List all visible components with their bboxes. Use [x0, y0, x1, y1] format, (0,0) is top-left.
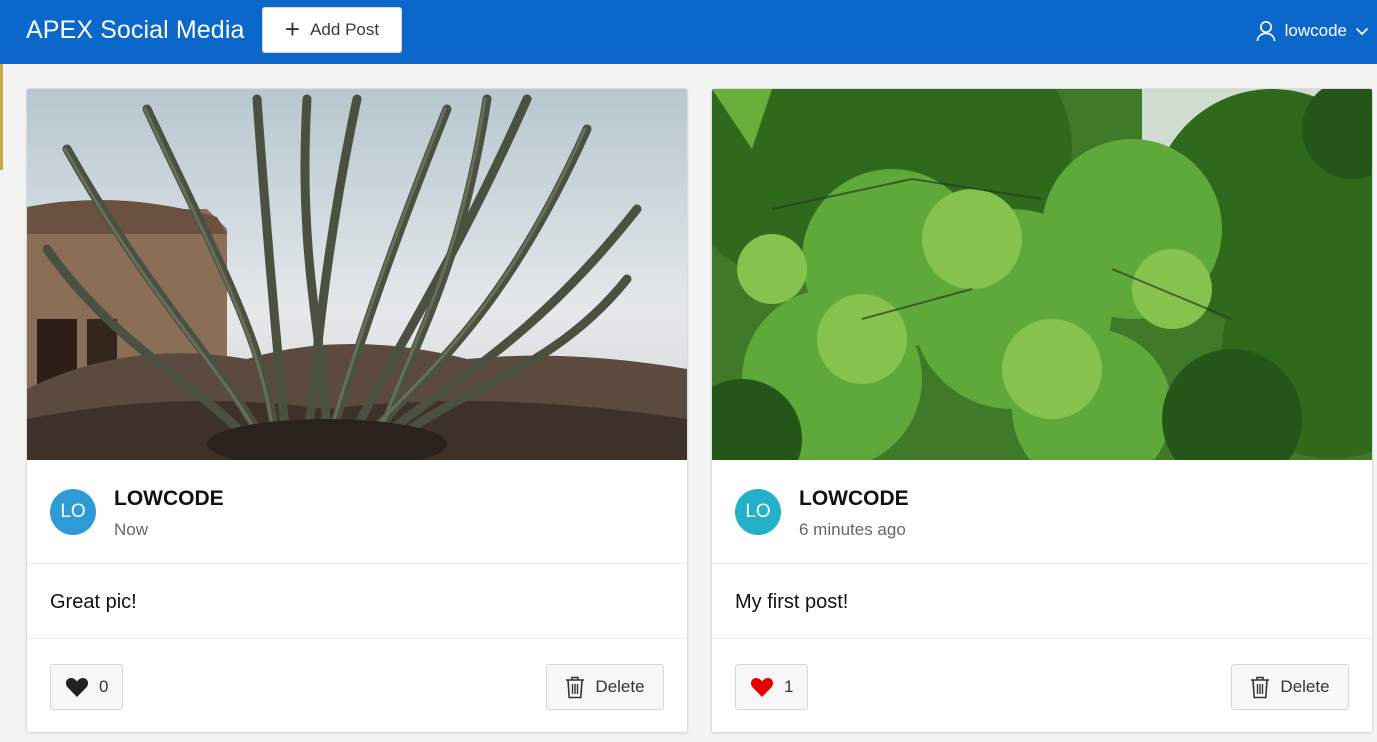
divider: [712, 563, 1372, 564]
top-navigation-bar: APEX Social Media + Add Post lowcode: [0, 0, 1377, 64]
chevron-down-icon: [1355, 27, 1369, 36]
avatar: LO: [735, 489, 781, 535]
trees-photo: [712, 89, 1372, 460]
like-count: 1: [784, 677, 794, 696]
like-button[interactable]: 1: [735, 664, 809, 710]
post-image[interactable]: [27, 89, 687, 460]
plus-icon: +: [284, 13, 301, 44]
avatar-initials: LO: [60, 501, 86, 522]
like-button[interactable]: 0: [50, 664, 124, 710]
heart-icon: [65, 678, 89, 697]
add-post-label: Add Post: [310, 20, 380, 39]
cactus-photo: [27, 89, 687, 460]
divider: [27, 638, 687, 639]
user-menu[interactable]: lowcode: [1255, 19, 1369, 43]
delete-label: Delete: [595, 677, 645, 696]
divider: [27, 563, 687, 564]
post-timestamp: 6 minutes ago: [799, 520, 906, 539]
heart-icon: [750, 678, 774, 697]
divider: [712, 638, 1372, 639]
avatar-initials: LO: [745, 501, 771, 522]
user-name: lowcode: [1284, 21, 1347, 40]
delete-label: Delete: [1280, 677, 1330, 696]
add-post-button[interactable]: + Add Post: [262, 7, 402, 53]
post-card: LO LOWCODE 6 minutes ago My first post! …: [711, 88, 1373, 733]
delete-button[interactable]: Delete: [1231, 664, 1349, 710]
user-icon: [1256, 20, 1275, 42]
post-card: LO LOWCODE Now Great pic! 0 Delete: [26, 88, 688, 733]
post-author: LOWCODE: [114, 487, 224, 510]
trash-icon: [1251, 676, 1270, 699]
post-image[interactable]: [712, 89, 1372, 460]
post-text: My first post!: [735, 591, 849, 613]
trash-icon: [566, 676, 585, 699]
post-timestamp: Now: [114, 520, 149, 539]
post-author: LOWCODE: [799, 487, 909, 510]
post-text: Great pic!: [50, 591, 137, 613]
delete-button[interactable]: Delete: [546, 664, 664, 710]
avatar: LO: [50, 489, 96, 535]
like-count: 0: [99, 677, 109, 696]
page-edge-accent: [0, 64, 3, 170]
app-title[interactable]: APEX Social Media: [26, 16, 244, 45]
